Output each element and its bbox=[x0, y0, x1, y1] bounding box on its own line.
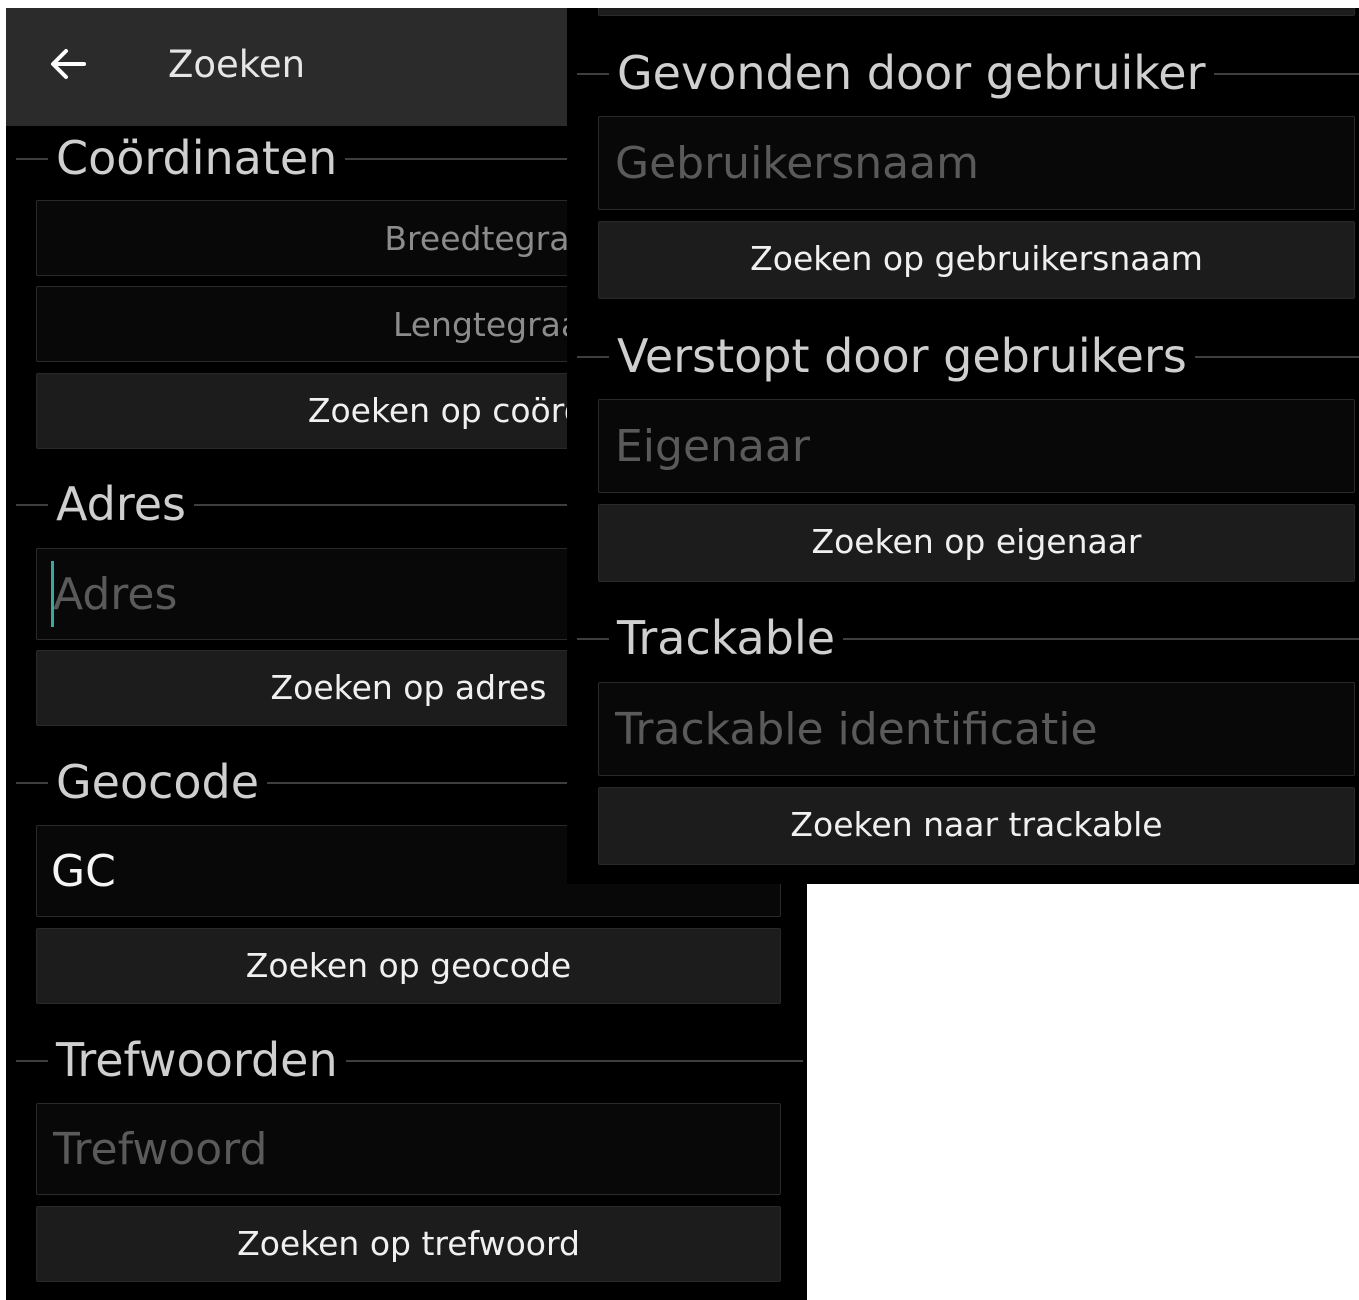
owner-field[interactable] bbox=[598, 399, 1355, 493]
section-header-hidden-by: Verstopt door gebruikers bbox=[567, 326, 1359, 386]
section-label: Coördinaten bbox=[48, 128, 346, 188]
section-header-found-by: Gevonden door gebruiker bbox=[567, 43, 1359, 103]
search-trackable-button[interactable]: Zoeken naar trackable bbox=[598, 787, 1355, 865]
section-header-trackable: Trackable bbox=[567, 608, 1359, 668]
search-owner-button[interactable]: Zoeken op eigenaar bbox=[598, 504, 1355, 582]
username-field[interactable] bbox=[598, 116, 1355, 210]
text-cursor bbox=[51, 561, 54, 627]
section-label: Adres bbox=[48, 474, 195, 534]
keyword-input[interactable] bbox=[37, 1104, 780, 1194]
button-label: Zoeken op trefwoord bbox=[237, 1224, 580, 1263]
section-header-keywords: Trefwoorden bbox=[6, 1030, 807, 1090]
button-label: Zoeken op eigenaar bbox=[811, 522, 1142, 561]
section-label: Trackable bbox=[609, 608, 844, 668]
button-label: Zoeken op gebruikersnaam bbox=[750, 239, 1203, 278]
username-input[interactable] bbox=[599, 117, 1354, 209]
cut-off-button-top bbox=[598, 8, 1355, 16]
trackable-field[interactable] bbox=[598, 682, 1355, 776]
back-arrow-icon[interactable] bbox=[48, 44, 88, 84]
button-label: Zoeken op adres bbox=[270, 668, 547, 707]
keyword-field[interactable] bbox=[36, 1103, 781, 1195]
section-label: Trefwoorden bbox=[48, 1030, 346, 1090]
owner-input[interactable] bbox=[599, 400, 1354, 492]
button-label: Zoeken naar trackable bbox=[790, 805, 1163, 844]
search-username-button[interactable]: Zoeken op gebruikersnaam bbox=[598, 221, 1355, 299]
section-label: Verstopt door gebruikers bbox=[609, 326, 1195, 386]
app-bar: Zoeken bbox=[6, 8, 567, 126]
search-keyword-button[interactable]: Zoeken op trefwoord bbox=[36, 1206, 781, 1282]
page-title: Zoeken bbox=[168, 43, 306, 86]
section-label: Gevonden door gebruiker bbox=[609, 43, 1214, 103]
section-label: Geocode bbox=[48, 752, 268, 812]
search-geocode-button[interactable]: Zoeken op geocode bbox=[36, 928, 781, 1004]
search-screen-right: Gevonden door gebruiker Zoeken op gebrui… bbox=[567, 8, 1359, 884]
trackable-input[interactable] bbox=[599, 683, 1354, 775]
button-label: Zoeken op geocode bbox=[245, 946, 572, 985]
